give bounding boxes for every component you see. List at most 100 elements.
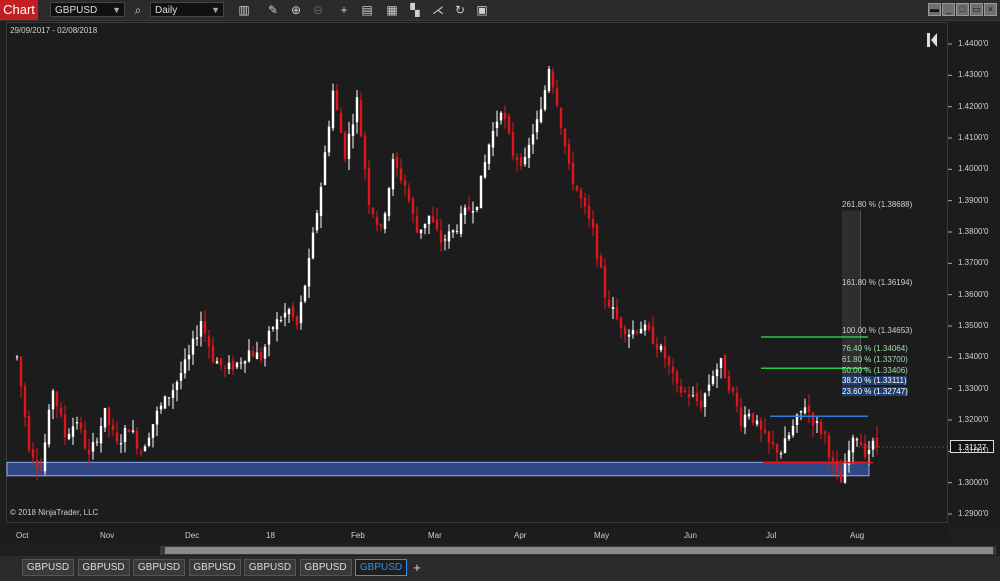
candle-body xyxy=(163,396,167,409)
candle-body xyxy=(79,422,83,429)
candle-body xyxy=(811,412,815,426)
candle-body xyxy=(155,410,159,425)
candle-body xyxy=(295,316,299,326)
time-tick-label: Nov xyxy=(100,531,115,540)
fibonacci-level-label: 100.00 % (1.34653) xyxy=(842,326,913,335)
candle-body xyxy=(247,350,251,362)
candle-body xyxy=(323,152,327,185)
candle-body xyxy=(51,390,55,410)
price-tick-label: 1.3700'0 xyxy=(958,258,989,268)
support-zone xyxy=(6,461,870,477)
price-tick-label: 1.3000'0 xyxy=(958,477,989,487)
candle-body xyxy=(71,426,75,437)
candle-body xyxy=(63,414,67,437)
candle-body xyxy=(599,256,603,268)
candle-body xyxy=(495,121,499,129)
instrument-tab[interactable]: GBPUSD xyxy=(299,559,352,576)
candle-body xyxy=(19,356,23,387)
time-tick-label: 18 xyxy=(266,531,275,540)
candle-body xyxy=(819,421,823,434)
instrument-tab[interactable]: GBPUSD xyxy=(188,559,241,576)
candle-body xyxy=(95,441,99,443)
candle-body xyxy=(35,459,39,468)
candle-body xyxy=(23,385,27,417)
add-tab-button[interactable]: + xyxy=(408,559,426,576)
candle-body xyxy=(463,207,467,216)
fibonacci-level-label: 161.80 % (1.36194) xyxy=(842,278,913,287)
candle-body xyxy=(27,415,31,451)
candle-body xyxy=(575,185,579,191)
candle-body xyxy=(275,319,279,330)
candle-body xyxy=(231,360,235,370)
candle-body xyxy=(803,407,807,414)
candle-body xyxy=(211,345,215,362)
time-tick-label: Feb xyxy=(351,531,365,540)
candle-body xyxy=(167,397,171,399)
candle-body xyxy=(607,299,611,307)
candle-body xyxy=(15,356,19,358)
price-tick-label: 1.4100'0 xyxy=(958,133,989,142)
candle-body xyxy=(723,355,727,379)
candle-body xyxy=(115,432,119,442)
candle-body xyxy=(675,371,679,384)
candle-body xyxy=(67,433,71,440)
candle-body xyxy=(375,217,379,225)
candle-body xyxy=(651,326,655,344)
candle-body xyxy=(55,391,59,407)
instrument-tab[interactable]: GBPUSD xyxy=(133,559,185,576)
candle-body xyxy=(391,159,395,190)
candle-body xyxy=(567,144,571,164)
instrument-tab[interactable]: GBPUSD xyxy=(355,559,407,576)
candle-body xyxy=(143,446,147,452)
candle-body xyxy=(219,358,223,366)
candle-body xyxy=(359,100,363,137)
candle-body xyxy=(347,133,351,160)
candle-body xyxy=(383,213,387,230)
candle-body xyxy=(307,258,311,287)
candle-body xyxy=(255,352,259,359)
candle-body xyxy=(731,387,735,392)
candle-body xyxy=(655,344,659,350)
candle-body xyxy=(643,324,647,331)
price-tick-label: 1.4200'0 xyxy=(958,101,989,111)
candle-body xyxy=(591,219,595,228)
candle-body xyxy=(371,208,375,215)
candle-body xyxy=(483,162,487,178)
candle-body xyxy=(755,420,759,425)
candle-body xyxy=(339,113,343,133)
candle-body xyxy=(739,407,743,426)
candle-body xyxy=(311,232,315,259)
candle-body xyxy=(863,443,867,458)
candle-body xyxy=(171,390,175,398)
time-tick-label: Aug xyxy=(850,531,865,540)
candle-body xyxy=(783,438,787,454)
chart-scrollbar-thumb[interactable] xyxy=(165,547,993,554)
candle-body xyxy=(415,216,419,233)
price-tick-label: 1.3600'0 xyxy=(958,289,989,299)
instrument-tab[interactable]: GBPUSD xyxy=(244,559,296,576)
candle-body xyxy=(191,338,195,355)
time-tick-label: May xyxy=(594,531,610,540)
candle-body xyxy=(443,239,447,241)
candle-body xyxy=(159,405,163,410)
candle-body xyxy=(531,134,535,145)
candle-body xyxy=(583,197,587,207)
candle-body xyxy=(271,327,275,329)
candle-body xyxy=(703,393,707,408)
candle-body xyxy=(395,156,399,169)
candle-body xyxy=(139,451,143,454)
fibonacci-level-label: 23.60 % (1.32747) xyxy=(842,387,908,396)
candle-body xyxy=(91,442,95,452)
candle-body xyxy=(595,224,599,260)
instrument-tab[interactable]: GBPUSD xyxy=(77,559,130,576)
candle-body xyxy=(679,386,683,393)
candle-body xyxy=(175,381,179,391)
candle-body xyxy=(687,394,691,398)
candle-body xyxy=(855,439,859,441)
candle-body xyxy=(715,369,719,377)
candle-body xyxy=(447,231,451,242)
candle-body xyxy=(555,88,559,106)
candle-body xyxy=(527,144,531,158)
instrument-tab[interactable]: GBPUSD xyxy=(22,559,74,576)
candle-body xyxy=(815,421,819,424)
